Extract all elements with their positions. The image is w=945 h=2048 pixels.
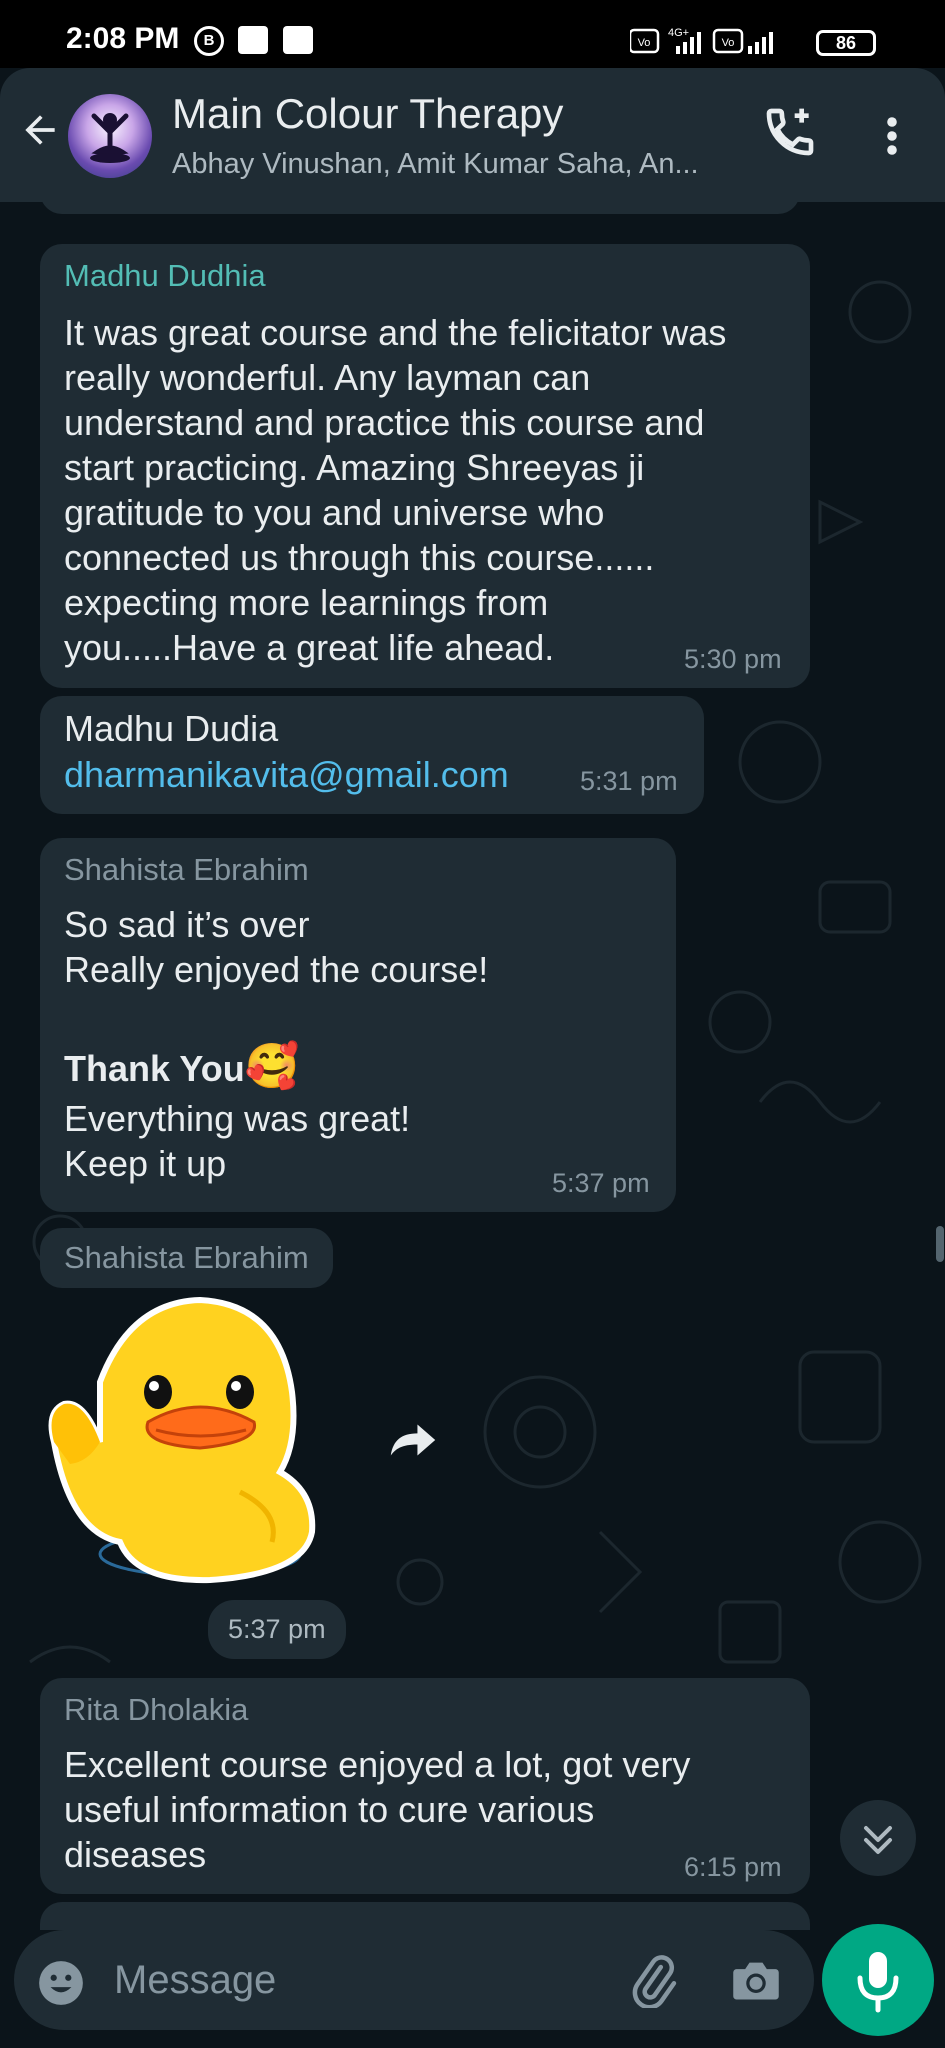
message-sender[interactable]: Rita Dholakia xyxy=(64,1692,248,1728)
attachment-icon[interactable] xyxy=(626,1954,680,2008)
sticker-sender[interactable]: Shahista Ebrahim xyxy=(40,1228,333,1288)
message-line: expecting more learnings from xyxy=(64,582,549,623)
group-avatar[interactable] xyxy=(68,94,152,178)
message-line: start practicing. Amazing Shreeyas ji xyxy=(64,447,645,488)
message-input[interactable] xyxy=(114,1948,614,2012)
message-sender[interactable]: Madhu Dudhia xyxy=(64,258,266,294)
message-line: So sad it’s over xyxy=(64,904,310,945)
message-bubble[interactable]: Madhu Dudhia It was great course and the… xyxy=(40,244,810,688)
status-time: 2:08 PM xyxy=(66,22,180,55)
previous-message-bubble[interactable] xyxy=(40,202,800,214)
message-line: Excellent course enjoyed a lot, got very xyxy=(64,1744,691,1785)
message-time: 5:31 pm xyxy=(580,766,678,796)
b-icon: B xyxy=(194,26,224,56)
message-sender[interactable]: Shahista Ebrahim xyxy=(64,852,309,888)
message-time: 5:30 pm xyxy=(684,644,782,674)
message-line: Madhu Dudia xyxy=(64,708,279,749)
message-line: Really enjoyed the course! xyxy=(64,949,489,990)
notification-icon xyxy=(283,26,313,54)
message-time: 6:15 pm xyxy=(684,1852,782,1882)
network-label: 4G+ xyxy=(668,27,689,39)
bold-text: Thank You xyxy=(64,1048,245,1089)
microphone-icon xyxy=(857,1952,899,2013)
message-bubble[interactable]: Shahista Ebrahim So sad it’s over Really… xyxy=(40,838,676,1212)
message-text: It was great course and the felicitator … xyxy=(64,310,804,670)
double-chevron-down-icon xyxy=(864,1826,892,1854)
scroll-to-bottom-button[interactable] xyxy=(840,1800,916,1876)
emoji-icon[interactable] xyxy=(36,1958,86,2008)
meditation-figure-icon xyxy=(90,113,130,163)
message-line: gratitude to you and universe who xyxy=(64,492,605,533)
message-line: connected us through this course...... xyxy=(64,537,655,578)
message-bubble[interactable]: Rita Dholakia Excellent course enjoyed a… xyxy=(40,1678,810,1894)
smiling-hearts-emoji: 🥰 xyxy=(244,1042,300,1091)
message-line: diseases xyxy=(64,1834,207,1875)
message-time: 5:37 pm xyxy=(552,1168,650,1198)
next-message-bubble[interactable] xyxy=(40,1902,810,1930)
message-bubble[interactable]: Madhu Dudia dharmanikavita@gmail.com 5:3… xyxy=(40,696,704,814)
back-arrow-icon[interactable] xyxy=(18,108,62,152)
svg-text:Vo: Vo xyxy=(638,37,651,49)
message-composer xyxy=(14,1930,814,2030)
message-bold-line: Thank You🥰 xyxy=(64,1044,299,1091)
more-options-icon[interactable] xyxy=(876,112,908,160)
battery-icon: 86 xyxy=(816,30,876,56)
message-line: It was great course and the felicitator … xyxy=(64,312,727,353)
paytm-icon xyxy=(238,26,268,54)
status-bar: 2:08 PM B Vo 4G+ Vo 86 xyxy=(0,0,945,68)
scrollbar[interactable] xyxy=(936,1226,944,1262)
message-line: Everything was great! xyxy=(64,1098,411,1139)
group-members[interactable]: Abhay Vinushan, Amit Kumar Saha, An... xyxy=(172,148,742,181)
message-line: Keep it up xyxy=(64,1143,227,1184)
message-line: useful information to cure various xyxy=(64,1789,595,1830)
group-title[interactable]: Main Colour Therapy xyxy=(172,90,563,138)
message-line: understand and practice this course and xyxy=(64,402,705,443)
chat-messages[interactable]: Madhu Dudhia It was great course and the… xyxy=(0,202,945,1930)
email-link[interactable]: dharmanikavita@gmail.com xyxy=(64,752,509,797)
duck-sticker[interactable] xyxy=(40,1292,340,1588)
svg-text:Vo: Vo xyxy=(722,37,735,49)
signal-icon: Vo 4G+ Vo xyxy=(630,27,773,54)
chat-header: Main Colour Therapy Abhay Vinushan, Amit… xyxy=(0,68,945,202)
message-line: really wonderful. Any layman can xyxy=(64,357,591,398)
add-call-icon[interactable] xyxy=(762,104,818,160)
sticker-time: 5:37 pm xyxy=(208,1600,346,1659)
camera-icon[interactable] xyxy=(730,1956,782,2004)
forward-icon[interactable] xyxy=(386,1420,440,1460)
voice-message-button[interactable] xyxy=(822,1924,934,2036)
